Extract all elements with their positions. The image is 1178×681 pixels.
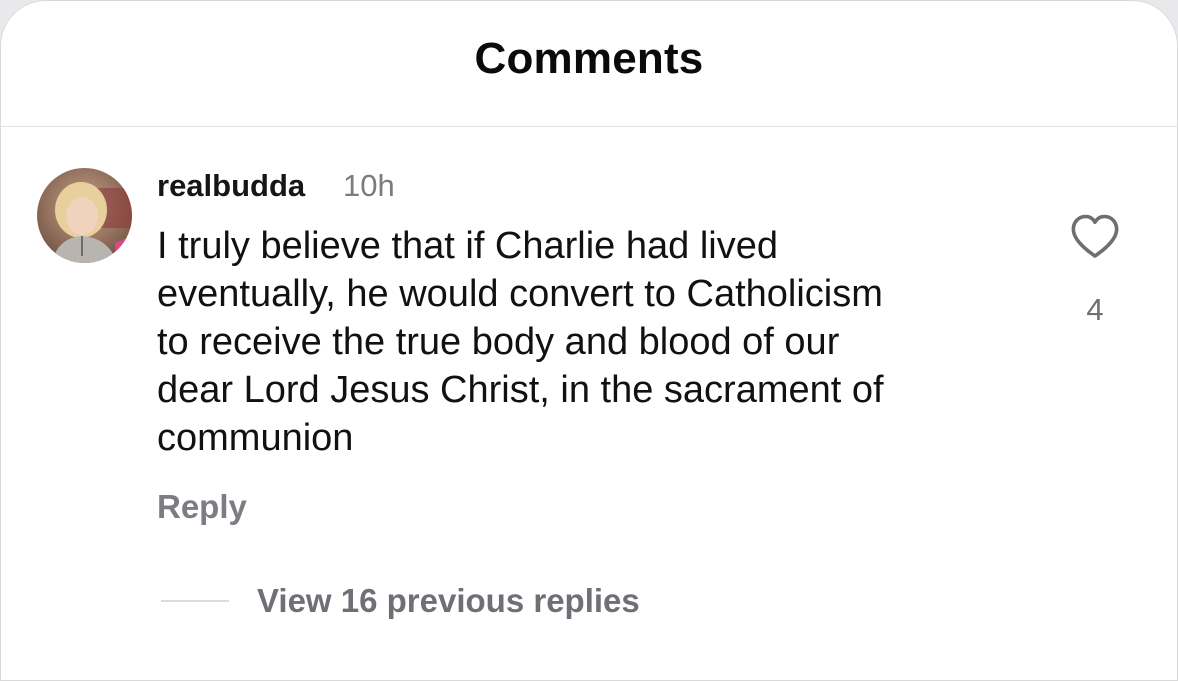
comment-timestamp: 10h xyxy=(343,168,395,203)
comment-text-line: eventually, he would convert to Catholic… xyxy=(157,273,883,315)
like-button[interactable] xyxy=(1069,212,1121,262)
comments-header: Comments xyxy=(0,0,1178,127)
view-previous-replies-button[interactable]: View 16 previous replies xyxy=(257,582,640,620)
comments-sheet: Comments realbudda 10h I truly believe t… xyxy=(0,0,1178,681)
avatar[interactable] xyxy=(37,168,132,263)
comment-text-line: to receive the true body and blood of ou… xyxy=(157,321,840,363)
like-count: 4 xyxy=(1086,292,1104,327)
thread-divider xyxy=(161,600,229,602)
page-title: Comments xyxy=(474,34,704,83)
comment-text: I truly believe that if Charlie had live… xyxy=(157,222,1037,462)
reply-button[interactable]: Reply xyxy=(157,488,247,526)
comment-text-line: dear Lord Jesus Christ, in the sacrament… xyxy=(157,369,884,411)
avatar-image xyxy=(37,168,132,263)
comment-username[interactable]: realbudda xyxy=(157,168,305,204)
comment-text-line: communion xyxy=(157,417,354,459)
heart-outline-icon xyxy=(1071,214,1119,258)
comment-text-line: I truly believe that if Charlie had live… xyxy=(157,225,778,267)
